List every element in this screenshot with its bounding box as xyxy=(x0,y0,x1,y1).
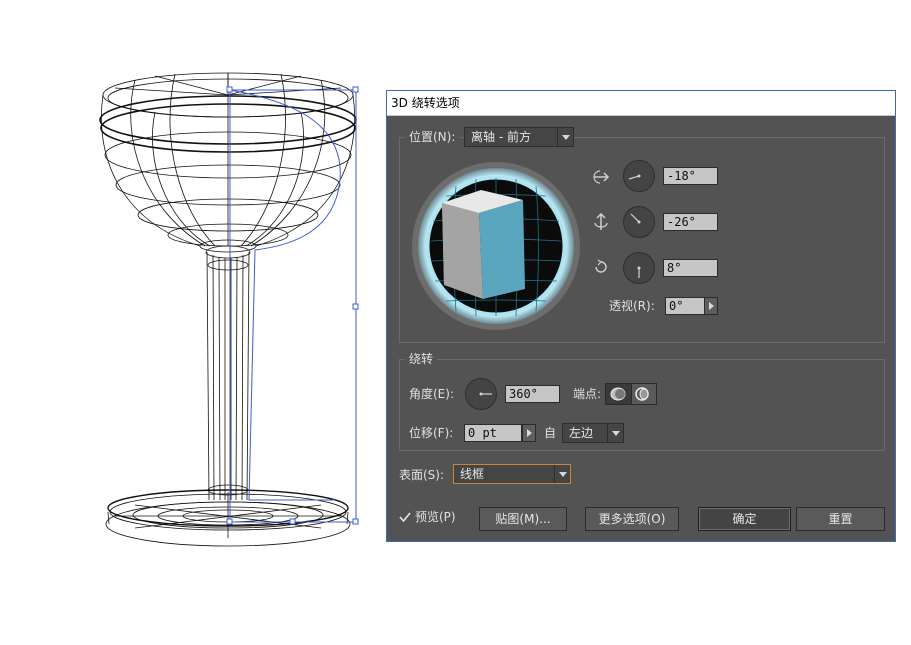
cap-off-icon xyxy=(635,387,649,401)
reset-button[interactable]: 重置 xyxy=(796,507,885,531)
revolve-label: 绕转 xyxy=(405,351,438,367)
angle-field[interactable]: 360° xyxy=(505,385,560,403)
position-preset-value: 离轴 - 前方 xyxy=(471,130,531,144)
perspective-field[interactable]: 0° xyxy=(665,297,705,315)
chevron-down-icon xyxy=(607,424,623,442)
y-rotation-field[interactable]: -26° xyxy=(663,213,718,231)
z-rotation-dial[interactable] xyxy=(623,252,655,284)
from-value: 左边 xyxy=(569,426,594,440)
z-axis-rotate-icon xyxy=(595,259,607,273)
x-rotation-dial[interactable] xyxy=(623,160,655,192)
position-preset-dropdown[interactable]: 离轴 - 前方 xyxy=(464,127,574,147)
surface-value: 线框 xyxy=(460,467,485,481)
revolve-options-dialog: 3D 绕转选项 位置(N): 离轴 - 前方 -18° -26° 8° 透视(R… xyxy=(386,90,896,542)
from-dropdown[interactable]: 左边 xyxy=(562,423,624,443)
cap-off-button[interactable] xyxy=(631,384,656,404)
map-art-button[interactable]: 贴图(M)... xyxy=(479,507,567,531)
chevron-down-icon xyxy=(557,128,573,146)
more-options-button[interactable]: 更多选项(O) xyxy=(585,507,679,531)
x-rotation-field[interactable]: -18° xyxy=(663,167,718,185)
goblet-wireframe-artwork[interactable] xyxy=(95,60,370,560)
cap-on-button[interactable] xyxy=(606,384,632,404)
ok-button[interactable]: 确定 xyxy=(698,507,791,531)
cap-on-icon xyxy=(610,387,626,401)
cap-toggle-group xyxy=(605,383,657,405)
offset-field[interactable]: 0 pt xyxy=(464,424,522,442)
preview-checkbox[interactable] xyxy=(399,511,411,523)
position-label: 位置(N): xyxy=(405,129,460,145)
checkmark-icon xyxy=(399,512,411,523)
chevron-down-icon xyxy=(554,465,570,483)
dialog-title: 3D 绕转选项 xyxy=(387,91,895,116)
preview-label[interactable]: 预览(P) xyxy=(415,508,456,526)
z-rotation-field[interactable]: 8° xyxy=(663,259,718,277)
cap-label: 端点: xyxy=(573,387,602,401)
y-rotation-dial[interactable] xyxy=(623,206,655,238)
y-axis-rotate-icon xyxy=(594,213,608,230)
surface-dropdown[interactable]: 线框 xyxy=(453,464,571,484)
perspective-label: 透视(R): xyxy=(609,299,655,313)
angle-label: 角度(E): xyxy=(409,387,454,401)
angle-dial[interactable] xyxy=(465,378,497,410)
from-label: 自 xyxy=(544,426,557,440)
perspective-stepper[interactable] xyxy=(704,297,718,315)
x-axis-rotate-icon xyxy=(593,170,610,184)
surface-label: 表面(S): xyxy=(399,468,445,482)
offset-stepper[interactable] xyxy=(522,424,536,442)
offset-label: 位移(F): xyxy=(409,426,454,440)
rotation-track-cube[interactable] xyxy=(411,161,581,331)
